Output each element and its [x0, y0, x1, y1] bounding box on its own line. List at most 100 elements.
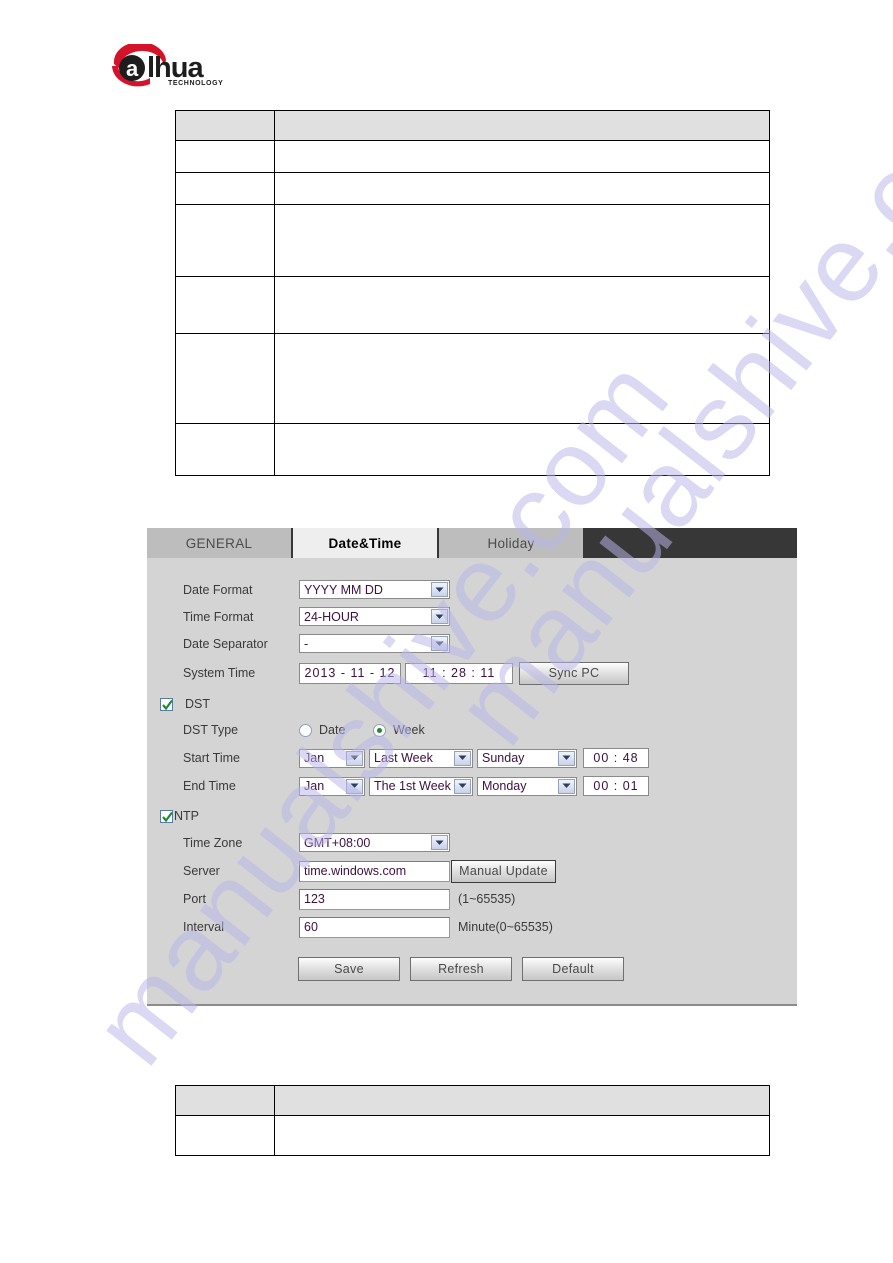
dst-label: DST [185, 697, 210, 711]
chevron-down-icon[interactable] [558, 778, 575, 794]
row-dst-end-time: End Time Jan The 1st Week Monday 00: 01 [147, 772, 797, 800]
chevron-down-icon[interactable] [558, 750, 575, 766]
dst-end-clock-input[interactable]: 00 : 01 [583, 776, 649, 796]
system-time-input[interactable]: 11 : 28 : 11 [405, 662, 513, 684]
row-time-zone: Time Zone GMT+08:00 [147, 828, 797, 857]
dst-type-week-label: Week [393, 723, 425, 737]
interval-value: 60 [304, 920, 318, 934]
date-separator-label: Date Separator [183, 636, 268, 651]
server-value: time.windows.com [304, 864, 407, 878]
table-header-cell-parameter [175, 1085, 275, 1116]
port-input[interactable]: 123 [299, 888, 450, 910]
logo-tagline: TECHNOLOGY [168, 80, 223, 87]
table-cell [175, 172, 275, 205]
date-time-form: Date Format YYYY MM DD Time Format 24-HO… [147, 558, 797, 981]
port-label: Port [183, 892, 206, 906]
time-zone-value: GMT+08:00 [304, 835, 371, 850]
chevron-down-icon[interactable] [454, 778, 471, 794]
dst-end-time-label: End Time [183, 779, 236, 793]
radio-date-icon[interactable] [299, 723, 312, 737]
row-ntp-enable: NTP [147, 804, 797, 828]
dst-start-day-value: Sunday [482, 751, 525, 765]
dst-end-day-select[interactable]: Monday [477, 776, 577, 796]
tab-general[interactable]: GENERAL [147, 528, 293, 558]
system-time-value: 11 : 28 : 11 [422, 666, 496, 680]
time-format-value: 24-HOUR [304, 609, 359, 624]
row-dst-start-time: Start Time Jan Last Week Sunday 00: 48 [147, 744, 797, 772]
dst-end-month-select[interactable]: Jan [299, 776, 365, 796]
dst-end-day-value: Monday [482, 779, 527, 793]
refresh-label: Refresh [438, 962, 484, 976]
save-button[interactable]: Save [298, 957, 400, 981]
sync-pc-button[interactable]: Sync PC [519, 661, 629, 685]
table-header-cell-function [274, 1085, 770, 1116]
dst-type-radio-date[interactable]: Date [299, 723, 373, 737]
row-dst-type: DST Type Date Week [147, 716, 797, 744]
dst-start-month-select[interactable]: Jan [299, 748, 365, 768]
interval-input[interactable]: 60 [299, 916, 450, 938]
date-time-settings-panel: GENERAL Date&Time Holiday Date Format YY… [147, 528, 797, 1006]
chevron-down-icon[interactable] [431, 636, 448, 651]
dst-start-day-select[interactable]: Sunday [477, 748, 577, 768]
row-port: Port 123 (1~65535) [147, 885, 797, 913]
dst-type-date-label: Date [319, 723, 346, 737]
dst-start-clock-input[interactable]: 00 : 48 [583, 748, 649, 768]
chevron-down-icon[interactable] [454, 750, 471, 766]
date-format-select[interactable]: YYYY MM DD [299, 580, 450, 599]
chevron-down-icon[interactable] [346, 778, 363, 794]
table-cell [175, 1115, 275, 1156]
row-actions: Save Refresh Default [147, 941, 797, 981]
table-row [175, 140, 770, 173]
table-header-row [175, 110, 770, 141]
chevron-down-icon[interactable] [431, 582, 448, 597]
date-format-value: YYYY MM DD [304, 582, 383, 597]
table-row [175, 423, 770, 476]
table-header-cell-parameter [175, 110, 275, 141]
table-cell [175, 333, 275, 424]
time-format-select[interactable]: 24-HOUR [299, 607, 450, 626]
table-cell [274, 1115, 770, 1156]
settings-tab-bar: GENERAL Date&Time Holiday [147, 528, 797, 558]
row-system-time: System Time 2013 - 11 - 12 11 : 28 : 11 … [147, 657, 797, 689]
dst-end-month-value: Jan [304, 779, 325, 793]
row-interval: Interval 60 Minute(0~65535) [147, 913, 797, 941]
tab-date-time-label: Date&Time [328, 535, 402, 551]
time-zone-select[interactable]: GMT+08:00 [299, 833, 450, 852]
tab-holiday[interactable]: Holiday [439, 528, 585, 558]
table-cell [175, 276, 275, 334]
svg-text:a: a [126, 56, 139, 81]
system-date-input[interactable]: 2013 - 11 - 12 [299, 662, 401, 684]
chevron-down-icon[interactable] [431, 835, 448, 850]
table-row [175, 1115, 770, 1156]
table-row [175, 333, 770, 424]
tab-general-label: GENERAL [185, 535, 253, 551]
radio-week-icon[interactable] [373, 723, 386, 737]
dst-start-week-select[interactable]: Last Week [369, 748, 473, 768]
parameter-description-table [175, 110, 770, 476]
row-server: Server time.windows.com Manual Update [147, 857, 797, 885]
dst-checkbox[interactable] [160, 697, 173, 711]
refresh-button[interactable]: Refresh [410, 957, 512, 981]
dahua-logo: a lhua TECHNOLOGY [106, 41, 296, 88]
table-header-cell-function [274, 110, 770, 141]
tab-holiday-label: Holiday [487, 535, 535, 551]
row-time-format: Time Format 24-HOUR [147, 603, 797, 630]
ntp-checkbox[interactable] [160, 809, 173, 823]
port-value: 123 [304, 892, 325, 906]
table-header-row [175, 1085, 770, 1116]
dst-type-radio-week[interactable]: Week [373, 723, 425, 737]
chevron-down-icon[interactable] [431, 609, 448, 624]
table-row [175, 204, 770, 277]
dst-start-month-value: Jan [304, 751, 325, 765]
server-input[interactable]: time.windows.com [299, 860, 450, 882]
default-button[interactable]: Default [522, 957, 624, 981]
save-label: Save [334, 962, 364, 976]
parameter-description-table [175, 1085, 770, 1156]
manual-update-button[interactable]: Manual Update [451, 859, 556, 883]
date-separator-select[interactable]: - [299, 634, 450, 653]
dst-end-week-select[interactable]: The 1st Week [369, 776, 473, 796]
chevron-down-icon[interactable] [346, 750, 363, 766]
table-cell [274, 423, 770, 476]
table-cell [175, 204, 275, 277]
tab-date-time[interactable]: Date&Time [293, 528, 439, 558]
